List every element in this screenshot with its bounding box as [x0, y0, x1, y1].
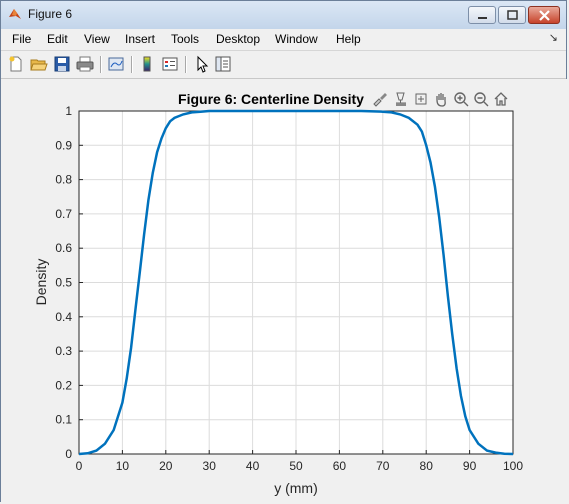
x-axis-label: y (mm)	[274, 480, 318, 496]
y-axis-label: Density	[33, 259, 49, 306]
link-plot-icon[interactable]	[107, 55, 125, 73]
x-tick-label: 40	[246, 459, 260, 473]
menu-desktop[interactable]: Desktop	[216, 32, 260, 46]
chart-title: Figure 6: Centerline Density	[178, 91, 364, 107]
toolbar-separator	[131, 56, 133, 73]
x-tick-label: 60	[333, 459, 347, 473]
brush-icon[interactable]	[372, 91, 388, 107]
property-inspector-icon[interactable]	[214, 55, 232, 73]
menu-window[interactable]: Window	[275, 32, 318, 46]
x-tick-label: 0	[76, 459, 83, 473]
y-tick-label: 0.9	[55, 138, 72, 152]
x-tick-label: 70	[376, 459, 390, 473]
figure-canvas: 0 10 20 30 40 50 60 70 80 90 100 0 0.1 0.2 0.3 0.4 0.5 0.…	[1, 79, 568, 503]
menu-help[interactable]: Help	[336, 32, 361, 46]
matlab-logo-icon	[9, 9, 21, 19]
menu-file[interactable]: File	[12, 32, 31, 46]
y-tick-label: 0.2	[55, 378, 72, 392]
x-tick-label: 20	[159, 459, 173, 473]
y-tick-label: 0.6	[55, 241, 72, 255]
save-icon[interactable]	[53, 55, 71, 73]
y-tick-label: 0.1	[55, 413, 72, 427]
legend-icon[interactable]	[161, 55, 179, 73]
minimize-button[interactable]	[468, 6, 496, 24]
title-bar[interactable]: Figure 6	[1, 1, 566, 30]
y-tick-label: 0.8	[55, 173, 72, 187]
menu-tools[interactable]: Tools	[171, 32, 199, 46]
rotate-icon[interactable]	[413, 91, 429, 107]
figure-toolbar	[1, 50, 566, 79]
new-figure-icon[interactable]	[7, 55, 25, 73]
y-tick-label: 0.7	[55, 207, 72, 221]
x-tick-label: 100	[503, 459, 523, 473]
print-icon[interactable]	[76, 55, 94, 73]
pointer-icon[interactable]	[193, 55, 211, 73]
menu-insert[interactable]: Insert	[125, 32, 155, 46]
x-tick-label: 10	[116, 459, 130, 473]
home-icon[interactable]	[493, 91, 509, 107]
minimize-icon	[478, 17, 487, 19]
open-file-icon[interactable]	[30, 55, 48, 73]
close-button[interactable]	[528, 6, 560, 24]
y-tick-label: 1	[65, 104, 72, 118]
y-tick-label: 0.4	[55, 310, 72, 324]
toolbar-separator	[185, 56, 187, 73]
pan-icon[interactable]	[433, 91, 449, 107]
colorbar-icon[interactable]	[138, 55, 156, 73]
menu-overflow-icon[interactable]: ↘	[549, 31, 558, 44]
maximize-icon	[507, 10, 518, 20]
y-tick-label: 0.5	[55, 276, 72, 290]
x-tick-label: 90	[463, 459, 477, 473]
figure-window: Figure 6 File Edit View Insert Tools Des…	[0, 0, 568, 503]
zoom-in-icon[interactable]	[453, 91, 469, 107]
y-tick-label: 0.3	[55, 344, 72, 358]
maximize-button[interactable]	[498, 6, 526, 24]
x-tick-label: 30	[203, 459, 217, 473]
x-tick-label: 80	[420, 459, 434, 473]
centerline-density-chart: 0 10 20 30 40 50 60 70 80 90 100 0 0.1 0.2 0.3 0.4 0.5 0.…	[33, 91, 523, 496]
menu-edit[interactable]: Edit	[47, 32, 68, 46]
x-tick-label: 50	[289, 459, 303, 473]
close-icon	[539, 10, 550, 21]
toolbar-separator	[100, 56, 102, 73]
menu-bar: File Edit View Insert Tools Desktop Wind…	[1, 29, 566, 49]
zoom-out-icon[interactable]	[473, 91, 489, 107]
window-title: Figure 6	[28, 7, 73, 21]
menu-view[interactable]: View	[84, 32, 110, 46]
data-tips-icon[interactable]	[393, 91, 409, 107]
y-tick-label: 0	[65, 447, 72, 461]
